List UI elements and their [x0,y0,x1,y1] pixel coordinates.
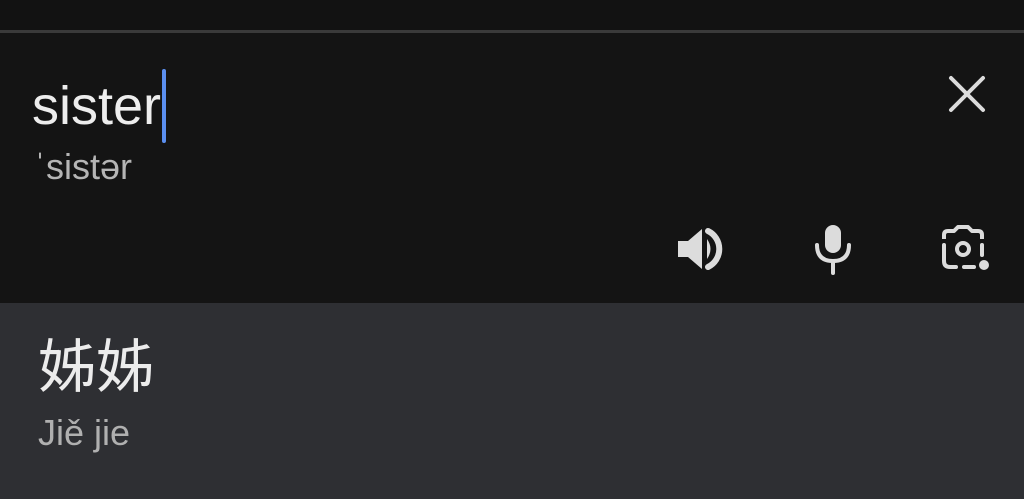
speaker-icon [674,225,726,277]
text-cursor [162,69,167,143]
source-text[interactable]: sister [32,71,161,141]
voice-input-button[interactable] [805,223,861,279]
romanization-text: Jiě jie [38,412,131,453]
camera-button[interactable] [938,223,994,279]
camera-icon [940,225,992,277]
microphone-icon [813,223,853,279]
listen-button[interactable] [672,223,728,279]
source-panel: sister ˈsistər [0,33,1024,303]
translation-text: 姊姊 [38,333,155,401]
close-icon [947,74,987,118]
source-input[interactable]: sister [32,69,167,143]
translate-screen: sister ˈsistər 姊姊 Jiě jie [0,0,1024,499]
phonetic-transcription: ˈsistər [34,146,132,187]
clear-button[interactable] [940,69,994,123]
top-bar [0,0,1024,30]
translation-result-panel[interactable]: 姊姊 Jiě jie [0,303,1024,499]
